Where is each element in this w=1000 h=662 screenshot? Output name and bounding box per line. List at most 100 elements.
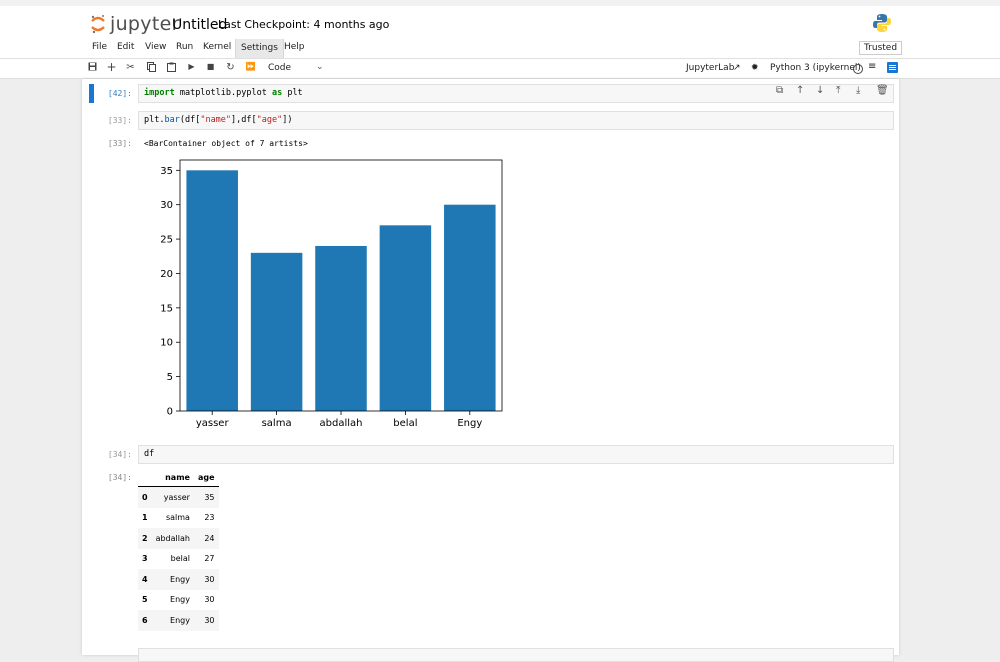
input-prompt: [34]: — [107, 450, 132, 459]
chevron-down-icon[interactable]: ⌄ — [316, 62, 324, 72]
move-down-icon[interactable]: ↓ — [816, 85, 824, 96]
menu-file[interactable]: File — [92, 42, 107, 52]
menu-run[interactable]: Run — [176, 42, 193, 52]
cut-icon[interactable]: ✂ — [124, 62, 137, 73]
delete-cell-icon[interactable]: 🗑 — [876, 85, 889, 96]
x-tick-label: Engy — [457, 418, 482, 429]
insert-below-icon[interactable]: ⤓ — [856, 85, 860, 96]
cell-name: yasser — [163, 492, 190, 502]
input-prompt: [42]: — [107, 89, 132, 98]
x-tick-label: salma — [262, 418, 292, 429]
restart-icon[interactable]: ↻ — [224, 62, 237, 73]
jupyter-logo[interactable]: jupyter — [90, 13, 180, 35]
table-row: 0 yasser 35 — [138, 486, 219, 508]
x-tick-label: yasser — [196, 418, 230, 429]
menu-edit[interactable]: Edit — [117, 42, 134, 52]
cell-age: 35 — [204, 492, 215, 502]
output-prompt: [34]: — [107, 473, 132, 482]
cell-code: df — [144, 449, 155, 459]
code-cell[interactable]: df — [138, 445, 894, 464]
menu-kernel[interactable]: Kernel — [203, 42, 231, 52]
fast-forward-icon[interactable]: ⏩ — [244, 62, 257, 71]
copy-icon[interactable] — [145, 62, 158, 75]
menu-lines-icon[interactable]: ≡ — [868, 61, 876, 72]
output-prompt: [33]: — [107, 139, 132, 148]
row-index: 2 — [142, 533, 148, 543]
table-row: 5 Engy 30 — [138, 590, 219, 611]
cell-type-select[interactable]: Code — [268, 63, 291, 73]
column-header-age: age — [193, 468, 219, 487]
bar — [186, 170, 238, 411]
x-tick-label: belal — [393, 418, 417, 429]
x-tick-label: abdallah — [320, 418, 363, 429]
menu-help[interactable]: Help — [284, 42, 305, 52]
insert-above-icon[interactable]: ⤒ — [836, 85, 840, 96]
cell-code: import matplotlib.pyplot as plt — [144, 88, 303, 98]
y-tick-label: 10 — [160, 338, 173, 349]
python-icon — [873, 14, 891, 32]
notebook-toolbar: + ✂ ▶ ■ ↻ ⏩ Code ⌄ JupyterLab ↗ ✹ Python… — [0, 59, 1000, 79]
kernel-status-icon — [853, 64, 863, 74]
row-index: 3 — [142, 554, 148, 564]
cell-name: abdallah — [155, 533, 190, 543]
app-name: jupyter — [110, 13, 180, 35]
bar — [444, 204, 496, 411]
bar — [315, 245, 367, 411]
table-row: 3 belal 27 — [138, 549, 219, 570]
code-cell[interactable]: plt.bar(df["name"],df["age"]) — [138, 111, 894, 130]
jupyterlab-link[interactable]: JupyterLab — [686, 63, 734, 73]
duplicate-cell-icon[interactable]: ⧉ — [776, 85, 783, 96]
bar-chart: yasser salma abdallah belal Engy 0 5 10 15 20 25 30… — [160, 159, 503, 429]
code-cell[interactable] — [138, 648, 894, 662]
cell-name: belal — [170, 554, 190, 564]
row-index: 1 — [142, 513, 148, 523]
add-cell-icon[interactable]: + — [105, 60, 118, 74]
header: jupyter Untitled Last Checkpoint: 4 mont… — [0, 6, 1000, 40]
input-prompt: [33]: — [107, 116, 132, 125]
table-row: 2 abdallah 24 — [138, 528, 219, 549]
kernel-name[interactable]: Python 3 (ipykernel) — [770, 63, 861, 73]
cell-age: 24 — [204, 533, 215, 543]
row-index: 4 — [142, 574, 148, 584]
cell-name: Engy — [170, 574, 190, 584]
row-index: 6 — [142, 615, 148, 625]
table-row: 4 Engy 30 — [138, 569, 219, 590]
cell-code: plt.bar(df["name"],df["age"]) — [144, 115, 293, 125]
cell-age: 30 — [204, 574, 215, 584]
run-icon[interactable]: ▶ — [185, 62, 198, 71]
menu-settings[interactable]: Settings — [235, 39, 284, 58]
bug-icon[interactable]: ✹ — [751, 63, 759, 73]
table-header-row: name age — [138, 468, 219, 487]
cell-name: salma — [165, 513, 190, 523]
index-header — [138, 468, 152, 487]
bar — [250, 252, 303, 411]
y-tick-label: 30 — [160, 200, 173, 211]
save-icon[interactable] — [86, 62, 99, 74]
y-tick-label: 25 — [160, 235, 173, 246]
external-link-icon[interactable]: ↗ — [733, 63, 741, 73]
row-index: 0 — [142, 492, 148, 502]
y-tick-label: 20 — [160, 269, 173, 280]
property-inspector-icon[interactable] — [887, 62, 898, 76]
y-tick-label: 5 — [167, 372, 173, 383]
cell-name: Engy — [170, 615, 190, 625]
move-up-icon[interactable]: ↑ — [796, 85, 804, 96]
cell-age: 27 — [204, 554, 215, 564]
menu-view[interactable]: View — [145, 42, 166, 52]
trusted-badge[interactable]: Trusted — [859, 41, 903, 55]
table-row: 6 Engy 30 — [138, 610, 219, 631]
paste-icon[interactable] — [165, 62, 178, 75]
column-header-name: name — [151, 468, 194, 487]
row-index: 5 — [142, 595, 148, 605]
notebook-panel: [42]: import matplotlib.pyplot as plt ⧉ … — [82, 79, 899, 662]
cell-age: 23 — [204, 513, 215, 523]
jupyter-logo-icon — [91, 15, 105, 34]
y-tick-label: 35 — [160, 166, 173, 177]
y-tick-label: 0 — [167, 407, 173, 418]
table-row: 1 salma 23 — [138, 508, 219, 529]
output-text: <BarContainer object of 7 artists> — [144, 139, 308, 148]
cell-age: 30 — [204, 615, 215, 625]
cell-age: 30 — [204, 595, 215, 605]
bar — [379, 225, 432, 411]
stop-icon[interactable]: ■ — [204, 62, 217, 71]
